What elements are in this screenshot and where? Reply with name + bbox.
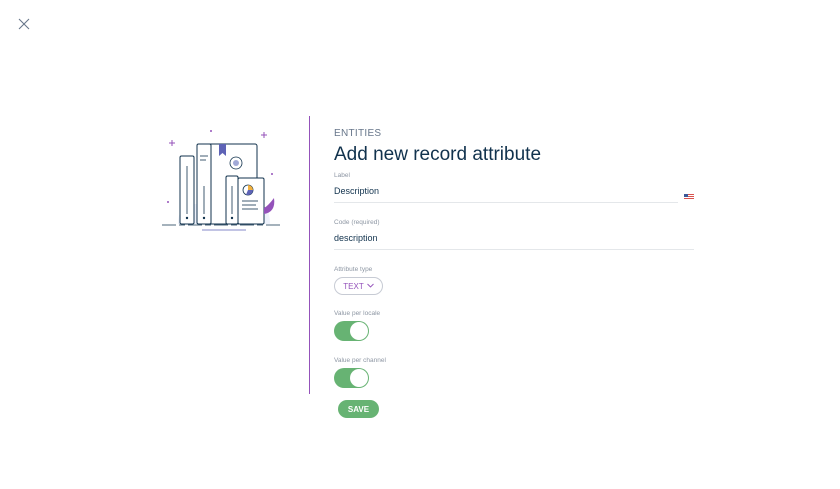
value-per-locale-field: Value per locale bbox=[334, 309, 694, 341]
attribute-form: ENTITIES Add new record attribute Label … bbox=[334, 128, 694, 388]
label-field-label: Label bbox=[334, 172, 350, 179]
toggle-knob bbox=[350, 369, 368, 387]
attribute-type-select[interactable]: TEXT bbox=[334, 277, 383, 295]
create-attribute-modal: ENTITIES Add new record attribute Label … bbox=[0, 0, 840, 489]
value-per-channel-label: Value per channel bbox=[334, 357, 386, 364]
attribute-type-label: Attribute type bbox=[334, 266, 373, 273]
label-input[interactable] bbox=[334, 180, 678, 203]
modal-title: Add new record attribute bbox=[334, 144, 542, 165]
vertical-divider bbox=[309, 116, 310, 394]
toggle-knob bbox=[350, 322, 368, 340]
label-field: Label bbox=[334, 171, 694, 203]
value-per-channel-field: Value per channel bbox=[334, 356, 694, 388]
value-per-locale-toggle[interactable] bbox=[334, 321, 369, 341]
modal-subtitle: ENTITIES bbox=[334, 128, 382, 139]
chevron-down-icon bbox=[366, 283, 374, 290]
us-flag-icon bbox=[684, 187, 694, 200]
value-per-locale-label: Value per locale bbox=[334, 310, 381, 317]
attribute-type-value: TEXT bbox=[343, 281, 364, 291]
attribute-type-field: Attribute type TEXT bbox=[334, 265, 694, 295]
value-per-channel-toggle[interactable] bbox=[334, 368, 369, 388]
code-field: Code (required) bbox=[334, 218, 694, 250]
code-input[interactable] bbox=[334, 227, 694, 250]
code-field-label: Code (required) bbox=[334, 219, 380, 226]
entities-illustration bbox=[158, 126, 288, 236]
save-button[interactable]: SAVE bbox=[338, 400, 379, 418]
close-icon[interactable] bbox=[16, 16, 32, 32]
